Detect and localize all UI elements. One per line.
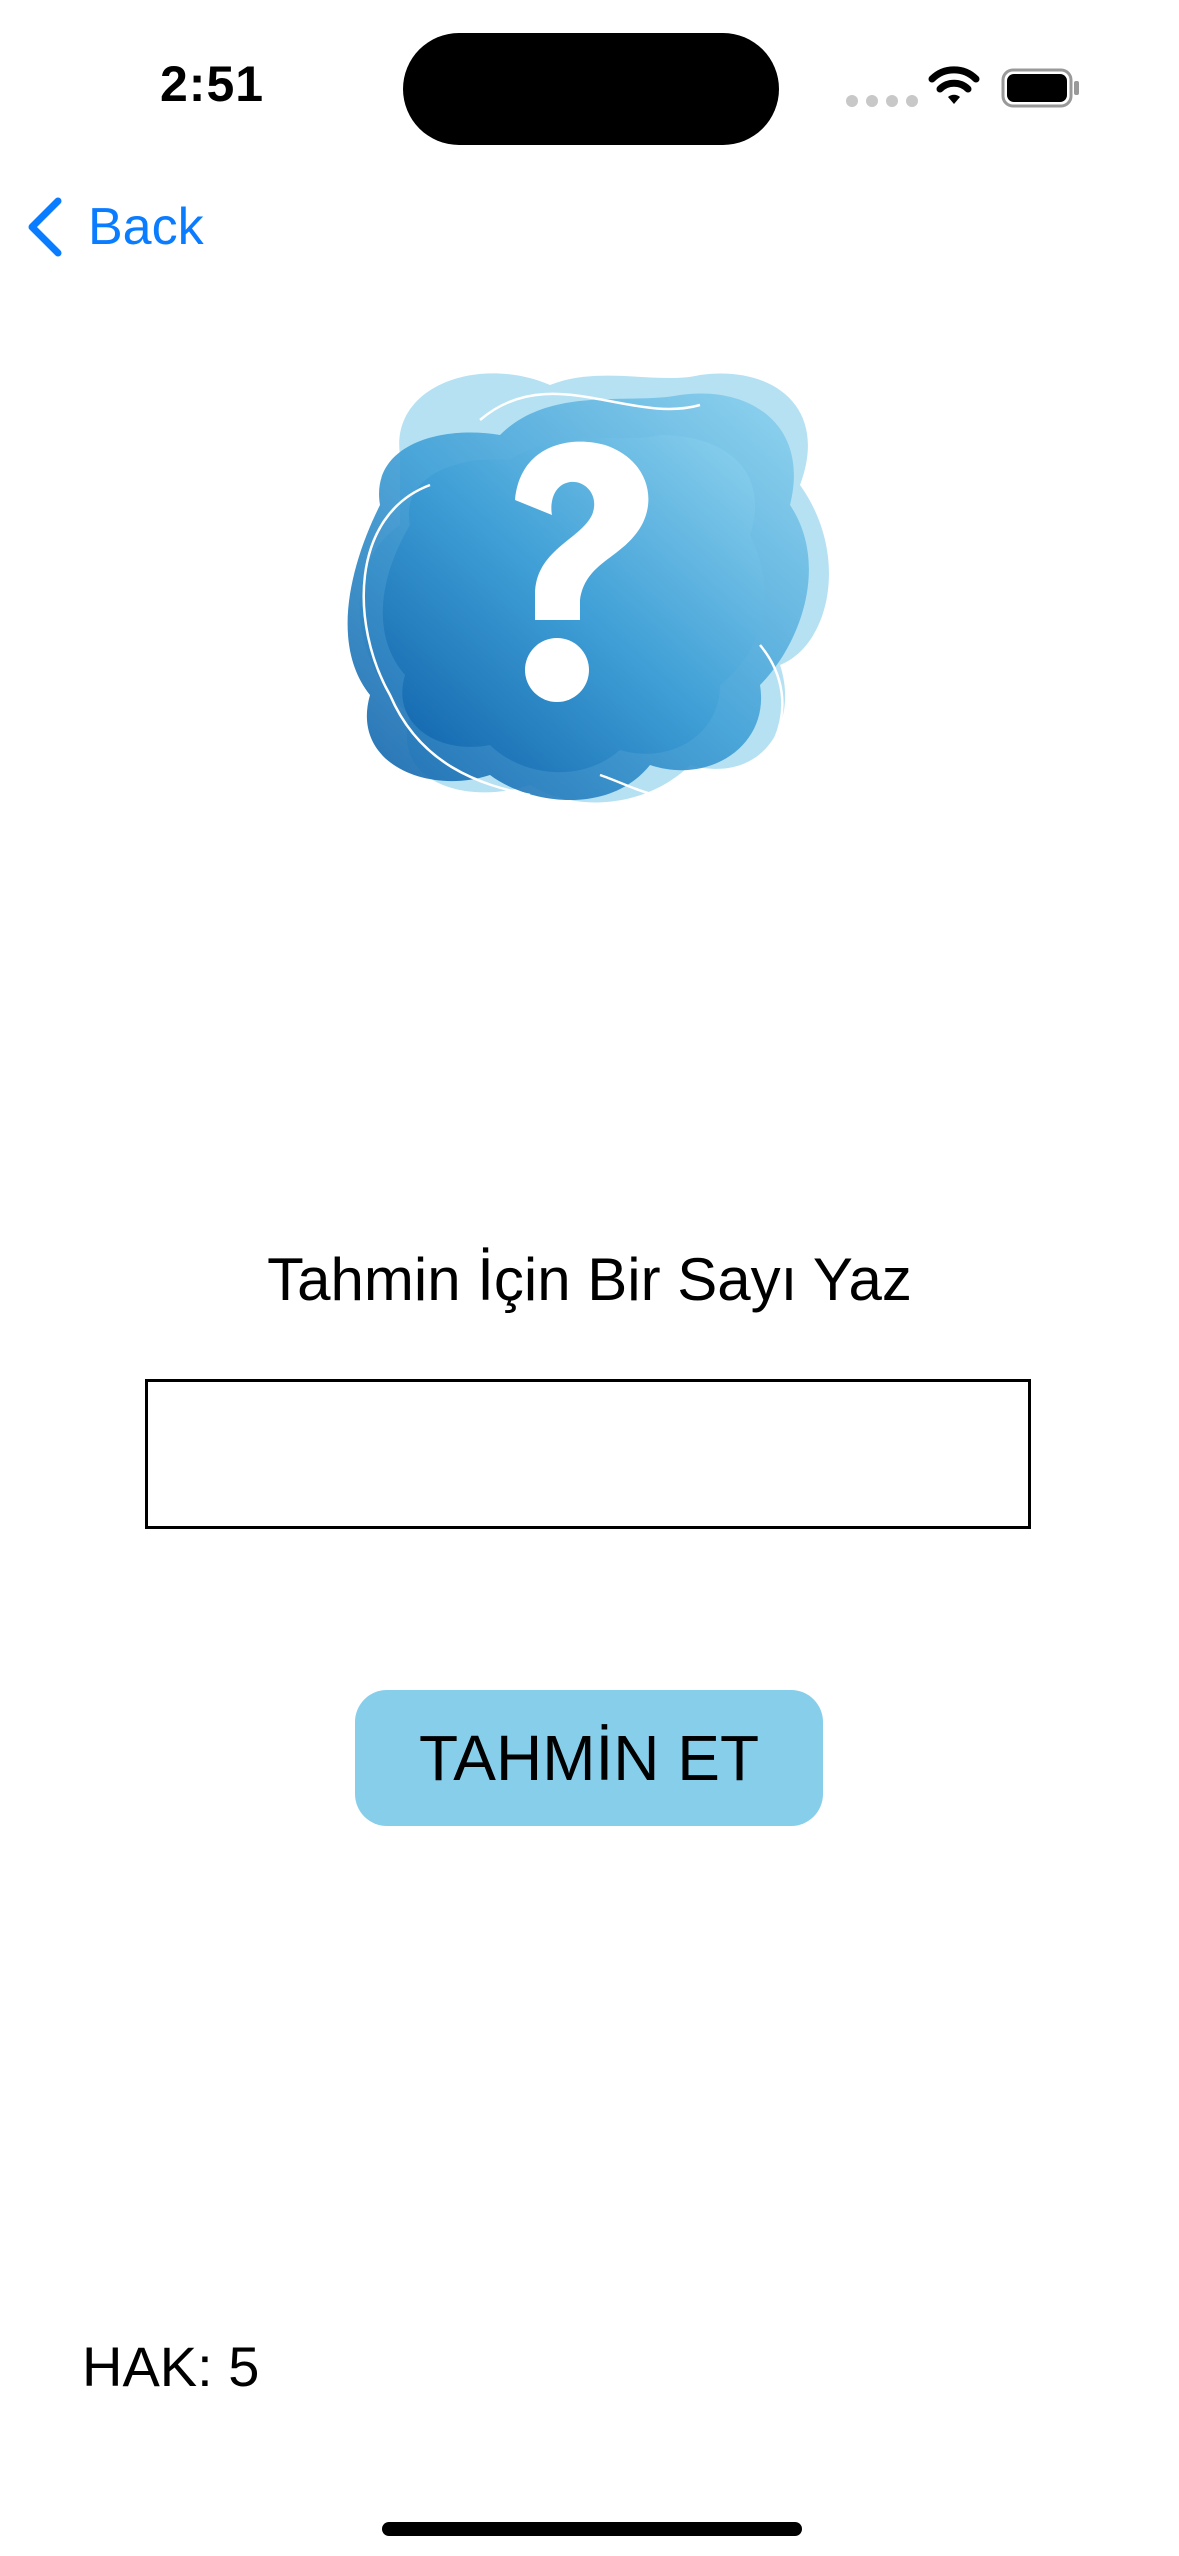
prompt-label: Tahmin İçin Bir Sayı Yaz [267, 1246, 912, 1313]
question-mark-icon [347, 373, 829, 803]
wifi-icon [928, 66, 980, 104]
attempts-label: HAK: 5 [82, 2335, 260, 2398]
guess-button[interactable]: TAHMİN ET [355, 1690, 823, 1826]
chevron-left-icon [28, 197, 62, 257]
back-label: Back [88, 198, 204, 256]
battery-icon [1001, 68, 1079, 108]
guess-input[interactable] [145, 1379, 1031, 1529]
status-time: 2:51 [160, 56, 265, 112]
cellular-dots-icon [846, 95, 918, 107]
dynamic-island [403, 33, 779, 145]
back-button[interactable]: Back [26, 192, 204, 262]
home-indicator [382, 2522, 802, 2536]
